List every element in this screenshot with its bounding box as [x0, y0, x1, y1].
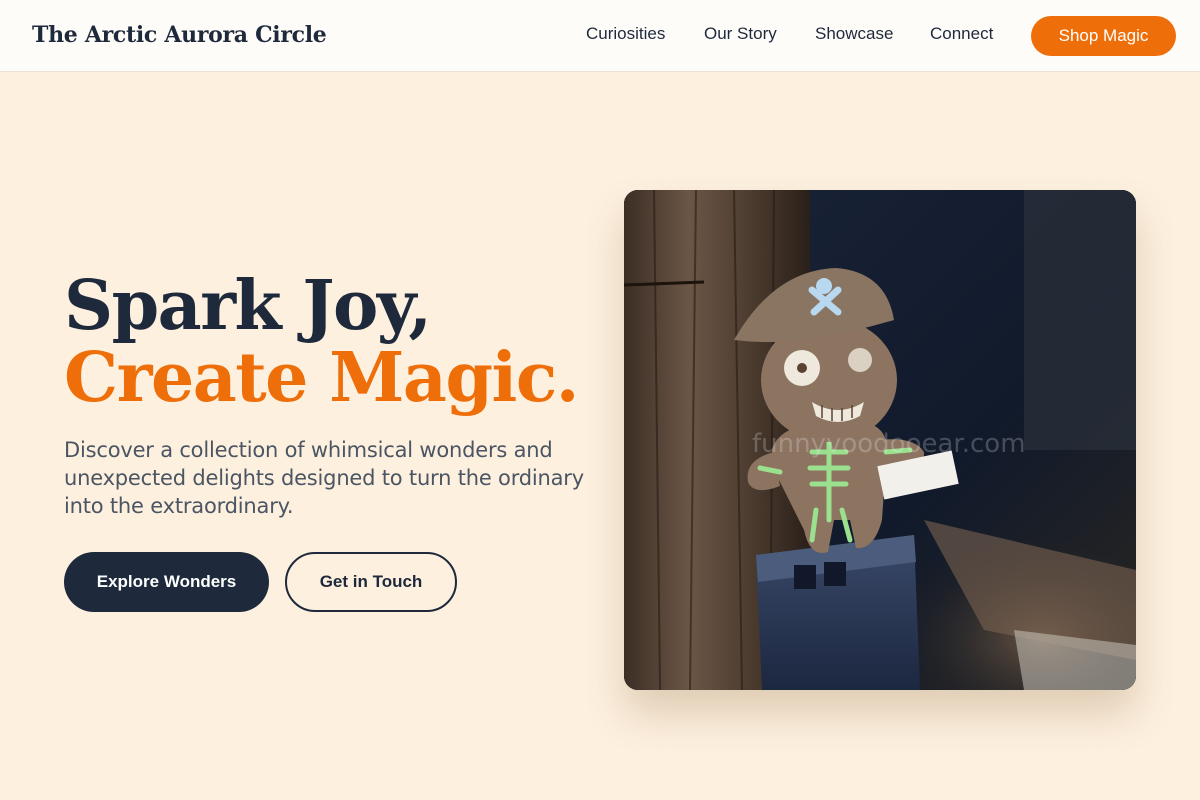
nav-link-connect[interactable]: Connect [930, 24, 993, 44]
hero-subtitle: Discover a collection of whimsical wonde… [64, 438, 584, 518]
nav-link-showcase[interactable]: Showcase [815, 24, 893, 44]
site-header: The Arctic Aurora Circle Curiosities Our… [0, 0, 1200, 72]
shop-magic-button[interactable]: Shop Magic [1031, 16, 1176, 56]
get-in-touch-button[interactable]: Get in Touch [285, 552, 457, 612]
hero-title-line1: Spark Joy, [64, 266, 432, 346]
explore-wonders-button[interactable]: Explore Wonders [64, 552, 269, 612]
image-watermark: funnyvoodooear.com [752, 429, 1026, 459]
voodoo-doll-photo: funnyvoodooear.com [624, 190, 1136, 690]
hero-image: funnyvoodooear.com [624, 190, 1136, 690]
hero-title-line2: Create Magic. [64, 338, 579, 418]
hero-title: Spark Joy, Create Magic. [64, 266, 579, 418]
nav-link-curiosities[interactable]: Curiosities [586, 24, 665, 44]
nav-link-our-story[interactable]: Our Story [704, 24, 777, 44]
brand-logo[interactable]: The Arctic Aurora Circle [32, 22, 327, 48]
